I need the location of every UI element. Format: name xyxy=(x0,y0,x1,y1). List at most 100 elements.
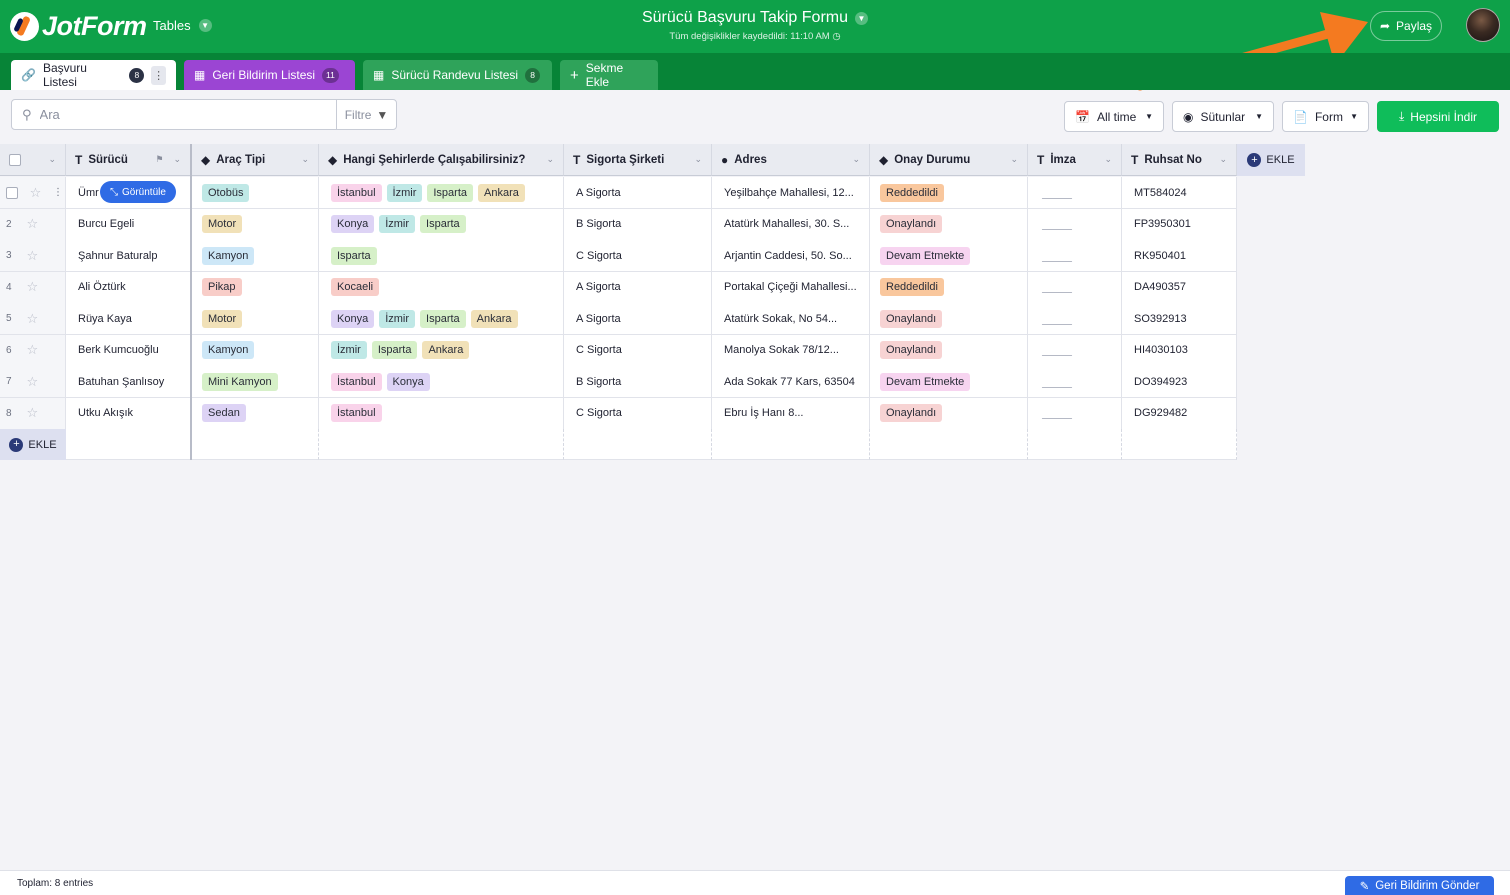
table-cell[interactable]: Pikap xyxy=(192,271,319,304)
table-cell[interactable]: Motor xyxy=(192,208,319,241)
star-icon[interactable]: ☆ xyxy=(26,374,38,390)
table-cell[interactable]: A Sigorta xyxy=(564,177,712,209)
table-cell[interactable]: Isparta xyxy=(319,240,564,272)
column-header[interactable]: T İmza ⌄ xyxy=(1028,144,1122,176)
table-cell[interactable]: Atatürk Sokak, No 54... xyxy=(712,303,870,335)
table-cell[interactable]: MT584024 xyxy=(1122,177,1237,209)
view-row-button[interactable]: ⤡ Görüntüle xyxy=(100,181,176,203)
form-title[interactable]: Sürücü Başvuru Takip Formu ▼ xyxy=(642,9,868,27)
pin-icon[interactable]: ⚑ xyxy=(155,154,163,165)
table-cell[interactable]: Reddedildi xyxy=(870,177,1028,209)
table-cell[interactable]: Devam Etmekte xyxy=(870,366,1028,398)
table-cell[interactable]: Yeşilbahçe Mahallesi, 12... xyxy=(712,177,870,209)
table-cell[interactable]: SO392913 xyxy=(1122,303,1237,335)
table-cell[interactable]: Ebru İş Hanı 8... xyxy=(712,397,870,430)
table-cell[interactable]: İstanbul İzmir Isparta Ankara xyxy=(319,177,564,209)
table-cell[interactable]: C Sigorta xyxy=(564,397,712,430)
column-header[interactable]: T Sürücü ⚑ ⌄ xyxy=(66,144,191,176)
filter-button[interactable]: Filtre ▼ xyxy=(336,99,397,130)
table-cell[interactable]: Manolya Sokak 78/12... xyxy=(712,334,870,367)
table-cell[interactable]: Arjantin Caddesi, 50. So... xyxy=(712,240,870,272)
table-cell[interactable]: Kamyon xyxy=(192,334,319,367)
table-cell[interactable]: FP3950301 xyxy=(1122,208,1237,241)
tab-surucu-randevu-listesi[interactable]: ▦ Sürücü Randevu Listesi 8 xyxy=(363,60,552,90)
table-cell[interactable]: Onaylandı xyxy=(870,334,1028,367)
add-row-button[interactable]: + EKLE xyxy=(0,429,66,460)
chevron-down-icon[interactable]: ⌄ xyxy=(1010,154,1018,165)
table-cell[interactable]: Kamyon xyxy=(192,240,319,272)
table-cell[interactable]: DA490357 xyxy=(1122,271,1237,304)
chevron-down-icon[interactable]: ⌄ xyxy=(173,154,181,165)
table-cell[interactable]: Mini Kamyon xyxy=(192,366,319,398)
frozen-column-divider[interactable] xyxy=(190,144,192,460)
star-icon[interactable]: ☆ xyxy=(26,248,38,264)
add-column-button[interactable]: + EKLE xyxy=(1237,144,1305,176)
chevron-down-icon[interactable]: ⌄ xyxy=(694,154,702,165)
table-cell[interactable]: Onaylandı xyxy=(870,397,1028,430)
star-icon[interactable]: ☆ xyxy=(26,342,38,358)
table-cell[interactable]: Utku Akışık xyxy=(66,397,191,430)
star-icon[interactable]: ☆ xyxy=(26,311,38,327)
table-cell[interactable]: Şahnur Baturalp xyxy=(66,240,191,272)
table-cell[interactable]: Ada Sokak 77 Kars, 63504 xyxy=(712,366,870,398)
table-cell[interactable]: HI4030103 xyxy=(1122,334,1237,367)
table-cell[interactable]: Rüya Kaya xyxy=(66,303,191,335)
kebab-menu-icon[interactable]: ⋮ xyxy=(53,187,63,198)
table-cell[interactable]: C Sigorta xyxy=(564,334,712,367)
avatar[interactable] xyxy=(1466,8,1500,42)
tab-geri-bildirim-listesi[interactable]: ▦ Geri Bildirim Listesi 11 xyxy=(184,60,355,90)
table-cell[interactable] xyxy=(1028,397,1122,430)
table-cell[interactable]: İstanbul Konya xyxy=(319,366,564,398)
tab-basvuru-listesi[interactable]: 🔗 Başvuru Listesi 8 ⋮ xyxy=(11,60,176,90)
column-header[interactable]: ● Adres ⌄ xyxy=(712,144,870,176)
search-input[interactable] xyxy=(39,107,310,122)
table-cell[interactable]: Reddedildi xyxy=(870,271,1028,304)
column-header[interactable]: ◆ Onay Durumu ⌄ xyxy=(870,144,1028,176)
table-cell[interactable] xyxy=(1028,366,1122,398)
chevron-down-icon[interactable]: ⌄ xyxy=(546,154,554,165)
table-cell[interactable]: A Sigorta xyxy=(564,271,712,304)
table-cell[interactable]: Ali Öztürk xyxy=(66,271,191,304)
table-cell[interactable]: Konya İzmir Isparta Ankara xyxy=(319,303,564,335)
chevron-down-icon[interactable]: ⌄ xyxy=(1219,154,1227,165)
table-cell[interactable]: Onaylandı xyxy=(870,303,1028,335)
form-button[interactable]: 📄 Form ▼ xyxy=(1282,101,1369,132)
column-header[interactable]: ◆ Araç Tipi ⌄ xyxy=(192,144,319,176)
table-cell[interactable] xyxy=(1028,177,1122,209)
select-all-checkbox[interactable] xyxy=(9,153,21,166)
row-checkbox[interactable] xyxy=(6,186,18,199)
table-cell[interactable]: Motor xyxy=(192,303,319,335)
table-cell[interactable]: Sedan xyxy=(192,397,319,430)
table-cell[interactable] xyxy=(1028,240,1122,272)
share-button[interactable]: ➦ Paylaş xyxy=(1370,11,1442,41)
columns-button[interactable]: ◉ Sütunlar ▼ xyxy=(1172,101,1274,132)
star-icon[interactable]: ☆ xyxy=(26,405,38,421)
table-cell[interactable]: Burcu Egeli xyxy=(66,208,191,241)
table-cell[interactable]: Portakal Çiçeği Mahallesi... xyxy=(712,271,870,304)
table-cell[interactable]: İstanbul xyxy=(319,397,564,430)
download-all-button[interactable]: ⤓ Hepsini İndir xyxy=(1377,101,1499,132)
kebab-menu-icon[interactable]: ⋮ xyxy=(151,65,166,85)
chevron-down-icon[interactable]: ⌄ xyxy=(301,154,309,165)
chevron-down-icon[interactable]: ⌄ xyxy=(48,154,56,165)
table-cell[interactable]: Kocaeli xyxy=(319,271,564,304)
table-cell[interactable]: Devam Etmekte xyxy=(870,240,1028,272)
table-cell[interactable]: A Sigorta xyxy=(564,303,712,335)
chevron-down-icon[interactable]: ⌄ xyxy=(852,154,860,165)
send-feedback-button[interactable]: ✎ Geri Bildirim Gönder xyxy=(1345,876,1494,895)
table-cell[interactable]: RK950401 xyxy=(1122,240,1237,272)
table-cell[interactable]: C Sigorta xyxy=(564,240,712,272)
column-header[interactable]: ◆ Hangi Şehirlerde Çalışabilirsiniz? ⌄ xyxy=(319,144,564,176)
star-icon[interactable]: ☆ xyxy=(26,279,38,295)
star-icon[interactable]: ☆ xyxy=(26,216,38,232)
chevron-down-icon[interactable]: ⌄ xyxy=(1104,154,1112,165)
star-icon[interactable]: ☆ xyxy=(30,185,42,201)
column-header[interactable]: T Ruhsat No ⌄ xyxy=(1122,144,1237,176)
add-tab-button[interactable]: + Sekme Ekle xyxy=(560,60,658,90)
table-cell[interactable]: Otobüs xyxy=(192,177,319,209)
table-cell[interactable] xyxy=(1028,271,1122,304)
time-range-button[interactable]: 📅 All time ▼ xyxy=(1064,101,1164,132)
table-cell[interactable]: Konya İzmir Isparta xyxy=(319,208,564,241)
table-cell[interactable]: Berk Kumcuoğlu xyxy=(66,334,191,367)
table-cell[interactable]: Atatürk Mahallesi, 30. S... xyxy=(712,208,870,241)
